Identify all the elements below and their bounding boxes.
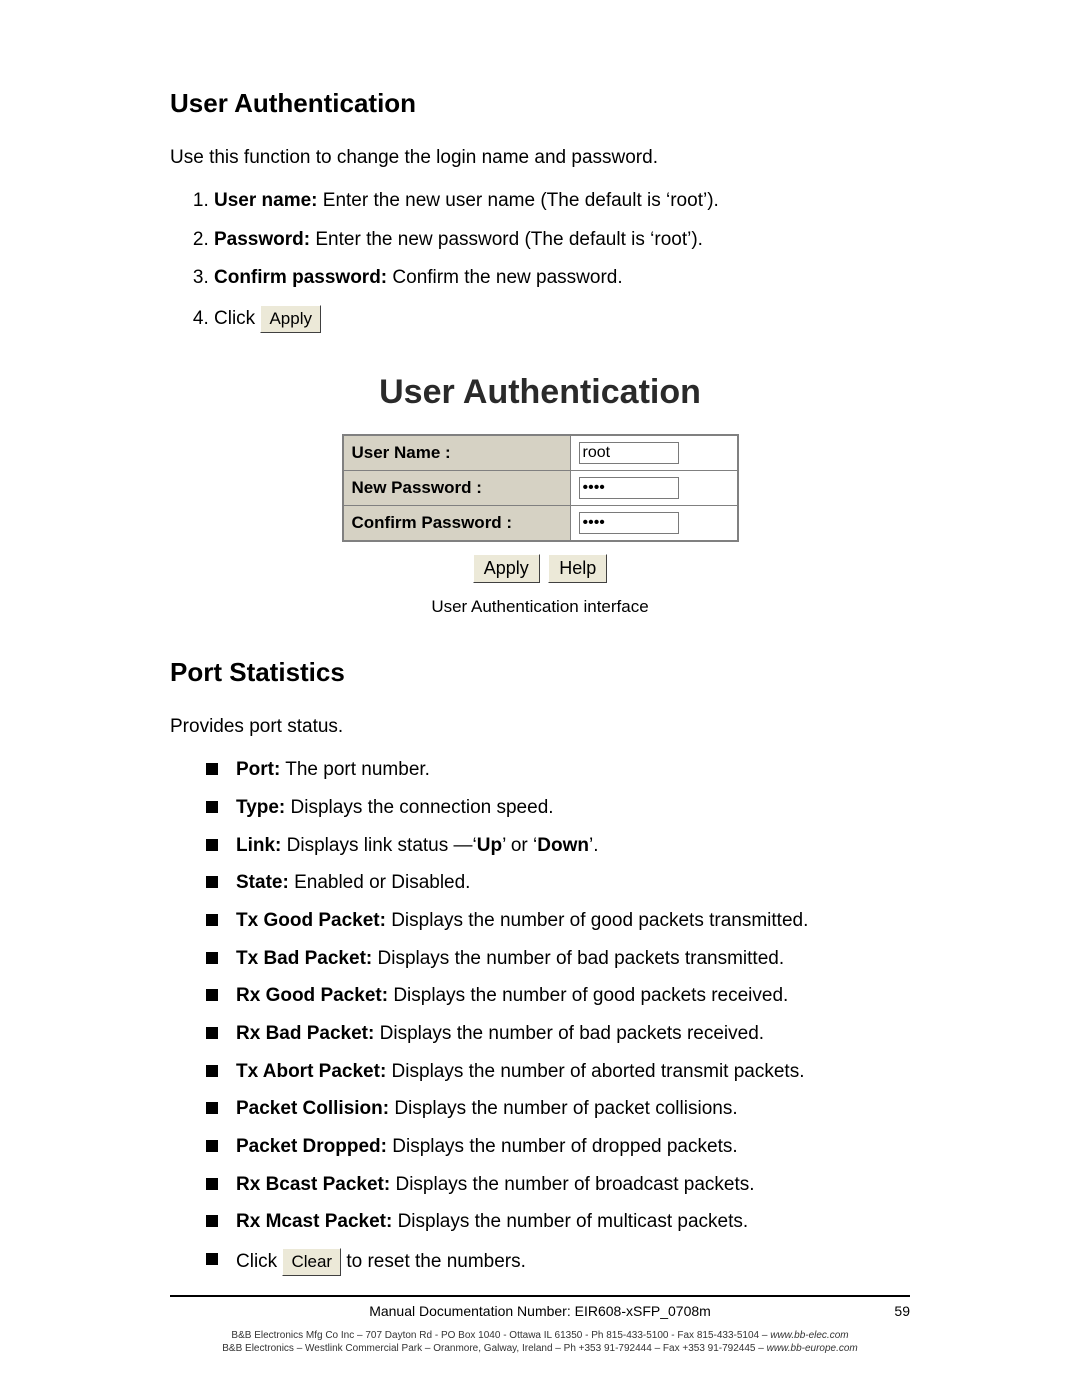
click-prefix: Click xyxy=(236,1251,282,1272)
item-text: Enabled or Disabled. xyxy=(289,872,471,893)
item-label: Rx Bad Packet: xyxy=(236,1023,374,1044)
item-text: Enter the new user name (The default is … xyxy=(318,190,719,211)
item-label: Password: xyxy=(214,229,310,250)
label-confirm-password: Confirm Password : xyxy=(343,506,571,542)
item-text: Displays the connection speed. xyxy=(285,797,553,818)
list-item: Confirm password: Confirm the new passwo… xyxy=(214,266,910,291)
bullet-list-port-stats: Port: The port number. Type: Displays the… xyxy=(170,758,910,1276)
figure-title: User Authentication xyxy=(170,373,910,412)
item-text: Displays the number of good packets tran… xyxy=(386,910,808,931)
list-item: Type: Displays the connection speed. xyxy=(206,796,910,821)
figure-button-row: Apply Help xyxy=(170,554,910,583)
list-item: Port: The port number. xyxy=(206,758,910,783)
figure-caption: User Authentication interface xyxy=(170,597,910,617)
list-item: Packet Dropped: Displays the number of d… xyxy=(206,1135,910,1160)
numbered-list-user-auth: User name: Enter the new user name (The … xyxy=(170,189,910,333)
list-item: Tx Abort Packet: Displays the number of … xyxy=(206,1060,910,1085)
item-text: Displays the number of bad packets trans… xyxy=(372,948,784,969)
item-label: Packet Collision: xyxy=(236,1098,389,1119)
list-item: Link: Displays link status —‘Up’ or ‘Dow… xyxy=(206,834,910,859)
click-prefix: Click xyxy=(214,308,260,329)
item-label: Rx Mcast Packet: xyxy=(236,1211,392,1232)
list-item: Tx Good Packet: Displays the number of g… xyxy=(206,909,910,934)
list-item: Password: Enter the new password (The de… xyxy=(214,228,910,253)
user-name-input[interactable] xyxy=(579,442,679,464)
footer-address-2: B&B Electronics – Westlink Commercial Pa… xyxy=(170,1342,910,1355)
list-item: Click Apply xyxy=(214,305,910,333)
intro-user-authentication: Use this function to change the login na… xyxy=(170,147,910,169)
figure-user-authentication: User Authentication User Name : New Pass… xyxy=(170,373,910,583)
doc-number: Manual Documentation Number: EIR608-xSFP… xyxy=(369,1303,711,1319)
item-label: Rx Good Packet: xyxy=(236,985,388,1006)
item-text: Displays the number of good packets rece… xyxy=(388,985,788,1006)
item-text: Displays the number of broadcast packets… xyxy=(390,1174,754,1195)
item-label: State: xyxy=(236,872,289,893)
confirm-password-input[interactable] xyxy=(579,512,679,534)
heading-port-statistics: Port Statistics xyxy=(170,657,910,688)
label-new-password: New Password : xyxy=(343,471,571,506)
item-text: Displays the number of packet collisions… xyxy=(389,1098,738,1119)
item-label: Port: xyxy=(236,759,280,780)
new-password-input[interactable] xyxy=(579,477,679,499)
item-label: Type: xyxy=(236,797,285,818)
list-item: Tx Bad Packet: Displays the number of ba… xyxy=(206,947,910,972)
list-item: Packet Collision: Displays the number of… xyxy=(206,1097,910,1122)
list-item: Rx Mcast Packet: Displays the number of … xyxy=(206,1210,910,1235)
item-text: Displays the number of dropped packets. xyxy=(387,1136,738,1157)
footer-rule xyxy=(170,1295,910,1297)
label-user-name: User Name : xyxy=(343,435,571,471)
item-text: The port number. xyxy=(280,759,430,780)
list-item: Rx Good Packet: Displays the number of g… xyxy=(206,984,910,1009)
item-text: Enter the new password (The default is ‘… xyxy=(310,229,703,250)
item-text: Confirm the new password. xyxy=(387,267,623,288)
intro-port-statistics: Provides port status. xyxy=(170,716,910,738)
item-label: Tx Good Packet: xyxy=(236,910,386,931)
click-suffix: to reset the numbers. xyxy=(341,1251,526,1272)
footer-docline: Manual Documentation Number: EIR608-xSFP… xyxy=(170,1303,910,1319)
page-number: 59 xyxy=(894,1303,910,1319)
item-text: Displays the number of aborted transmit … xyxy=(386,1061,804,1082)
heading-user-authentication: User Authentication xyxy=(170,88,910,119)
item-label: Rx Bcast Packet: xyxy=(236,1174,390,1195)
list-item: User name: Enter the new user name (The … xyxy=(214,189,910,214)
user-auth-form-table: User Name : New Password : Confirm Passw… xyxy=(342,434,739,542)
footer-url: www.bb-elec.com xyxy=(770,1330,848,1341)
item-text: Displays link status —‘Up’ or ‘Down’. xyxy=(281,835,598,856)
apply-button[interactable]: Apply xyxy=(260,305,321,333)
document-page: User Authentication Use this function to… xyxy=(0,0,1080,1397)
list-item: State: Enabled or Disabled. xyxy=(206,871,910,896)
footer-text: B&B Electronics – Westlink Commercial Pa… xyxy=(222,1343,766,1354)
footer-text: B&B Electronics Mfg Co Inc – 707 Dayton … xyxy=(231,1330,770,1341)
footer-address-1: B&B Electronics Mfg Co Inc – 707 Dayton … xyxy=(170,1329,910,1342)
item-text: Displays the number of bad packets recei… xyxy=(374,1023,764,1044)
item-text: Displays the number of multicast packets… xyxy=(392,1211,748,1232)
list-item: Rx Bad Packet: Displays the number of ba… xyxy=(206,1022,910,1047)
item-label: Confirm password: xyxy=(214,267,387,288)
apply-button[interactable]: Apply xyxy=(473,554,540,583)
item-label: Tx Abort Packet: xyxy=(236,1061,386,1082)
list-item: Rx Bcast Packet: Displays the number of … xyxy=(206,1173,910,1198)
page-footer: Manual Documentation Number: EIR608-xSFP… xyxy=(170,1271,910,1355)
item-label: Packet Dropped: xyxy=(236,1136,387,1157)
item-label: Tx Bad Packet: xyxy=(236,948,372,969)
item-label: User name: xyxy=(214,190,318,211)
footer-url: www.bb-europe.com xyxy=(767,1343,858,1354)
help-button[interactable]: Help xyxy=(548,554,607,583)
item-label: Link: xyxy=(236,835,281,856)
